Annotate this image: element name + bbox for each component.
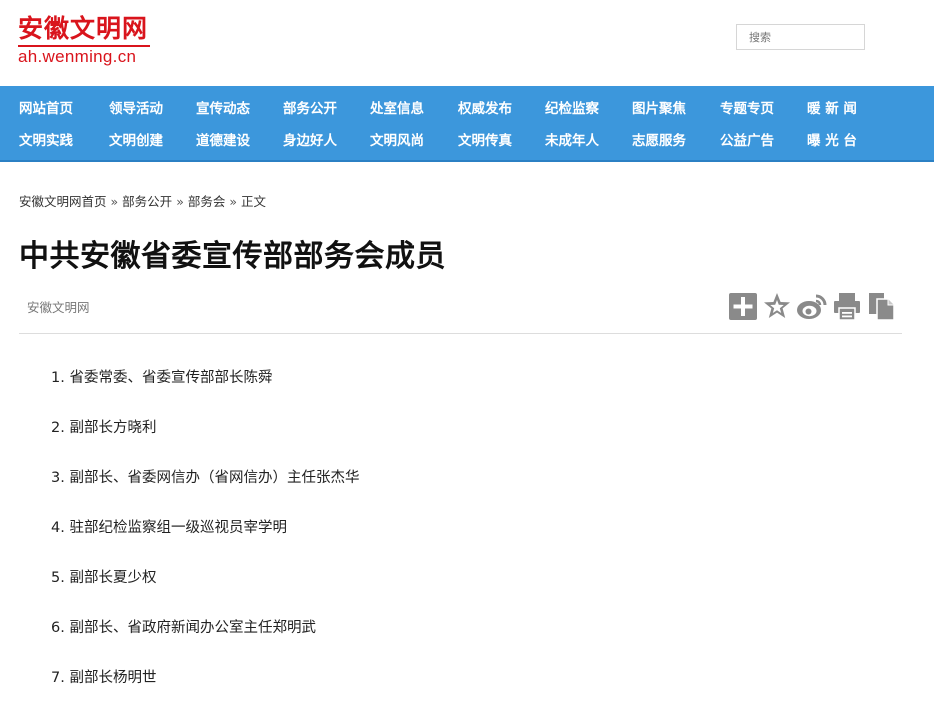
add-icon[interactable] [728,290,758,322]
list-item: 2. 副部长方晓利 [51,420,157,436]
breadcrumb-dept-affairs[interactable]: 部务公开 [122,194,172,209]
print-icon[interactable] [832,290,862,322]
breadcrumb-separator: » [176,194,184,209]
nav-item-discipline[interactable]: 纪检监察 [545,97,599,121]
nav-item-topics[interactable]: 专题专页 [720,97,774,121]
logo-domain: ah.wenming.cn [18,47,137,66]
list-item: 6. 副部长、省政府新闻办公室主任郑明武 [51,620,316,636]
breadcrumb-separator: » [110,194,119,209]
nav-item-warm-news[interactable]: 暖 新 闻 [807,97,857,121]
nav-row-1: 网站首页 领导活动 宣传动态 部务公开 处室信息 权威发布 纪检监察 图片聚焦 … [0,97,934,121]
logo-underline [18,45,150,47]
breadcrumb-home[interactable]: 安徽文明网首页 [19,194,107,209]
star-icon[interactable] [762,290,792,322]
list-item: 3. 副部长、省委网信办（省网信办）主任张杰华 [51,470,360,486]
nav-item-practice[interactable]: 文明实践 [19,129,73,153]
nav-item-fax[interactable]: 文明传真 [458,129,512,153]
nav-item-propaganda[interactable]: 宣传动态 [196,97,250,121]
list-item: 1. 省委常委、省委宣传部部长陈舜 [51,370,273,386]
nav-item-home[interactable]: 网站首页 [19,97,73,121]
nav-item-ads[interactable]: 公益广告 [720,129,774,153]
member-list: 1. 省委常委、省委宣传部部长陈舜 2. 副部长方晓利 3. 副部长、省委网信办… [51,365,359,715]
copy-icon[interactable] [866,290,896,322]
nav-item-leaders[interactable]: 领导活动 [109,97,163,121]
site-header: 安徽文明网 ah.wenming.cn [0,0,934,86]
logo-chinese: 安徽文明网 [18,14,149,43]
site-logo[interactable]: 安徽文明网 ah.wenming.cn [18,14,150,67]
nav-item-photos[interactable]: 图片聚焦 [632,97,686,121]
title-divider [19,333,902,334]
list-item: 7. 副部长杨明世 [51,670,157,686]
nav-item-minors[interactable]: 未成年人 [545,129,599,153]
article-title: 中共安徽省委宣传部部务会成员 [19,239,446,274]
nav-item-dept-affairs[interactable]: 部务公开 [283,97,337,121]
search-input[interactable] [736,24,865,50]
breadcrumb-current: 正文 [241,194,267,209]
weibo-icon[interactable] [796,290,827,322]
breadcrumb-separator: » [229,194,238,209]
nav-item-creation[interactable]: 文明创建 [109,129,163,153]
article-source: 安徽文明网 [27,300,90,315]
nav-item-office-info[interactable]: 处室信息 [370,97,424,121]
list-item: 5. 副部长夏少权 [51,570,157,586]
nav-item-exposure[interactable]: 曝 光 台 [807,129,857,153]
nav-row-2: 文明实践 文明创建 道德建设 身边好人 文明风尚 文明传真 未成年人 志愿服务 … [0,129,934,153]
nav-item-good-people[interactable]: 身边好人 [283,129,337,153]
share-toolbar [728,290,898,322]
nav-item-customs[interactable]: 文明风尚 [370,129,424,153]
list-item: 4. 驻部纪检监察组一级巡视员宰学明 [51,520,287,536]
nav-item-releases[interactable]: 权威发布 [458,97,512,121]
breadcrumb: 安徽文明网首页» 部务公开» 部务会» 正文 [19,193,266,211]
nav-item-volunteer[interactable]: 志愿服务 [632,129,686,153]
main-nav: 网站首页 领导活动 宣传动态 部务公开 处室信息 权威发布 纪检监察 图片聚焦 … [0,86,934,162]
breadcrumb-dept-meeting[interactable]: 部务会 [188,194,226,209]
nav-item-morality[interactable]: 道德建设 [196,129,250,153]
